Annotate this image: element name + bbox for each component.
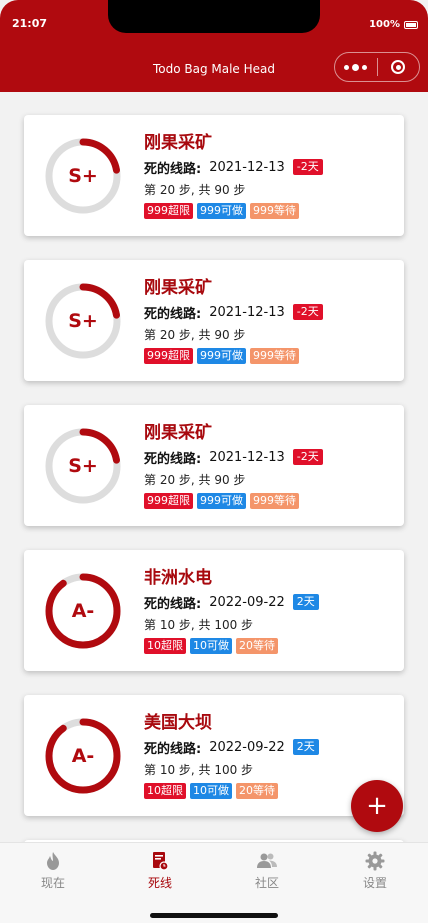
more-dot-icon bbox=[362, 64, 368, 70]
deadline-row: 死的线路: 2022-09-22 2天 bbox=[144, 738, 396, 757]
deadline-list[interactable]: S+ 刚果采矿 死的线路: 2021-12-13 -2天 第 20 步, 共 9… bbox=[0, 92, 428, 842]
tab-label: 现在 bbox=[40, 876, 65, 890]
days-badge: -2天 bbox=[292, 304, 323, 320]
over-limit-tag: 999超限 bbox=[144, 493, 193, 509]
deadline-row: 死的线路: 2022-09-22 2天 bbox=[144, 593, 396, 612]
deadline-doc-icon bbox=[153, 852, 169, 871]
grade-label: A- bbox=[71, 600, 95, 622]
deadline-label: 死的线路: bbox=[144, 741, 202, 757]
deadline-card[interactable]: A- 美国大坝 死的线路: 2022-09-22 2天 第 10 步, 共 10… bbox=[24, 695, 404, 816]
over-limit-tag: 10超限 bbox=[144, 638, 186, 654]
progress-ring: A- bbox=[43, 571, 123, 651]
doable-tag: 999可做 bbox=[197, 203, 246, 219]
mini-program-capsule bbox=[334, 52, 420, 82]
deadline-card[interactable]: A- 非洲水电 死的线路: 2022-09-22 2天 第 10 步, 共 10… bbox=[24, 550, 404, 671]
tab-settings[interactable]: 设置 bbox=[335, 850, 415, 891]
deadline-card[interactable]: S+ 刚果采矿 死的线路: 2021-12-13 -2天 第 20 步, 共 9… bbox=[24, 260, 404, 381]
deadline-date: 2022-09-22 bbox=[209, 739, 285, 755]
step-progress-text: 第 20 步, 共 90 步 bbox=[144, 473, 246, 487]
deadline-label: 死的线路: bbox=[144, 161, 202, 177]
close-mini-program-button[interactable] bbox=[377, 52, 419, 82]
progress-ring: S+ bbox=[43, 136, 123, 216]
app-screen: 21:07 100% Todo Bag Male Head S+ 刚果采矿 死的… bbox=[0, 0, 428, 923]
step-progress-text: 第 20 步, 共 90 步 bbox=[144, 183, 246, 197]
waiting-tag: 999等待 bbox=[250, 203, 299, 219]
status-tags: 999超限 999可做 999等待 bbox=[144, 493, 396, 509]
over-limit-tag: 999超限 bbox=[144, 348, 193, 364]
bottom-tab-bar: 现在 死线 社区 设置 bbox=[0, 842, 428, 923]
deadline-row: 死的线路: 2021-12-13 -2天 bbox=[144, 303, 396, 322]
community-icon bbox=[257, 853, 277, 868]
grade-label: S+ bbox=[68, 455, 98, 477]
grade-label: S+ bbox=[68, 310, 98, 332]
over-limit-tag: 999超限 bbox=[144, 203, 193, 219]
deadline-card[interactable]: S+ 刚果采矿 死的线路: 2021-12-13 -2天 第 20 步, 共 9… bbox=[24, 405, 404, 526]
tab-label: 死线 bbox=[147, 876, 172, 890]
waiting-tag: 20等待 bbox=[236, 638, 278, 654]
status-tags: 10超限 10可做 20等待 bbox=[144, 638, 396, 654]
gear-icon bbox=[365, 851, 385, 871]
card-title: 刚果采矿 bbox=[144, 278, 212, 298]
deadline-card[interactable]: S+ 刚果采矿 死的线路: 2021-12-13 -2天 第 20 步, 共 9… bbox=[24, 115, 404, 236]
over-limit-tag: 10超限 bbox=[144, 783, 186, 799]
doable-tag: 999可做 bbox=[197, 348, 246, 364]
battery-level: 100% bbox=[369, 19, 400, 30]
more-options-button[interactable] bbox=[335, 52, 377, 82]
days-badge: 2天 bbox=[292, 594, 319, 610]
card-info: 刚果采矿 死的线路: 2021-12-13 -2天 第 20 步, 共 90 步… bbox=[144, 131, 396, 219]
deadline-date: 2022-09-22 bbox=[209, 594, 285, 610]
deadline-row: 死的线路: 2021-12-13 -2天 bbox=[144, 448, 396, 467]
tab-deadline[interactable]: 死线 bbox=[120, 850, 200, 891]
fire-icon bbox=[47, 852, 59, 870]
deadline-label: 死的线路: bbox=[144, 306, 202, 322]
card-title: 刚果采矿 bbox=[144, 423, 212, 443]
card-title: 美国大坝 bbox=[144, 713, 212, 733]
step-progress-text: 第 10 步, 共 100 步 bbox=[144, 763, 254, 777]
deadline-date: 2021-12-13 bbox=[209, 159, 285, 175]
deadline-date: 2021-12-13 bbox=[209, 449, 285, 465]
days-badge: 2天 bbox=[292, 739, 319, 755]
home-indicator bbox=[150, 913, 278, 918]
battery-icon bbox=[404, 20, 418, 29]
card-info: 美国大坝 死的线路: 2022-09-22 2天 第 10 步, 共 100 步… bbox=[144, 711, 396, 799]
progress-ring: S+ bbox=[43, 426, 123, 506]
step-progress-text: 第 20 步, 共 90 步 bbox=[144, 328, 246, 342]
days-badge: -2天 bbox=[292, 159, 323, 175]
tab-label: 社区 bbox=[254, 876, 279, 890]
waiting-tag: 20等待 bbox=[236, 783, 278, 799]
tab-now[interactable]: 现在 bbox=[13, 850, 93, 891]
card-title: 刚果采矿 bbox=[144, 133, 212, 153]
waiting-tag: 999等待 bbox=[250, 348, 299, 364]
doable-tag: 999可做 bbox=[197, 493, 246, 509]
target-icon bbox=[391, 60, 406, 74]
device-notch bbox=[108, 0, 320, 33]
more-dot-icon bbox=[352, 63, 360, 71]
card-info: 刚果采矿 死的线路: 2021-12-13 -2天 第 20 步, 共 90 步… bbox=[144, 276, 396, 364]
status-tags: 999超限 999可做 999等待 bbox=[144, 203, 396, 219]
progress-ring: S+ bbox=[43, 281, 123, 361]
card-title: 非洲水电 bbox=[144, 568, 212, 588]
doable-tag: 10可做 bbox=[190, 638, 232, 654]
grade-label: S+ bbox=[68, 165, 98, 187]
waiting-tag: 999等待 bbox=[250, 493, 299, 509]
grade-label: A- bbox=[71, 745, 95, 767]
deadline-row: 死的线路: 2021-12-13 -2天 bbox=[144, 158, 396, 177]
days-badge: -2天 bbox=[292, 449, 323, 465]
more-dot-icon bbox=[344, 64, 350, 70]
tab-label: 设置 bbox=[362, 876, 387, 890]
add-deadline-button[interactable]: + bbox=[351, 780, 403, 832]
status-battery: 100% bbox=[369, 19, 418, 30]
step-progress-text: 第 10 步, 共 100 步 bbox=[144, 618, 254, 632]
card-info: 非洲水电 死的线路: 2022-09-22 2天 第 10 步, 共 100 步… bbox=[144, 566, 396, 654]
deadline-label: 死的线路: bbox=[144, 451, 202, 467]
header: 21:07 100% Todo Bag Male Head bbox=[0, 0, 428, 92]
status-time: 21:07 bbox=[12, 17, 48, 30]
status-tags: 999超限 999可做 999等待 bbox=[144, 348, 396, 364]
card-info: 刚果采矿 死的线路: 2021-12-13 -2天 第 20 步, 共 90 步… bbox=[144, 421, 396, 509]
progress-ring: A- bbox=[43, 716, 123, 796]
deadline-label: 死的线路: bbox=[144, 596, 202, 612]
tab-community[interactable]: 社区 bbox=[227, 850, 307, 891]
doable-tag: 10可做 bbox=[190, 783, 232, 799]
deadline-date: 2021-12-13 bbox=[209, 304, 285, 320]
